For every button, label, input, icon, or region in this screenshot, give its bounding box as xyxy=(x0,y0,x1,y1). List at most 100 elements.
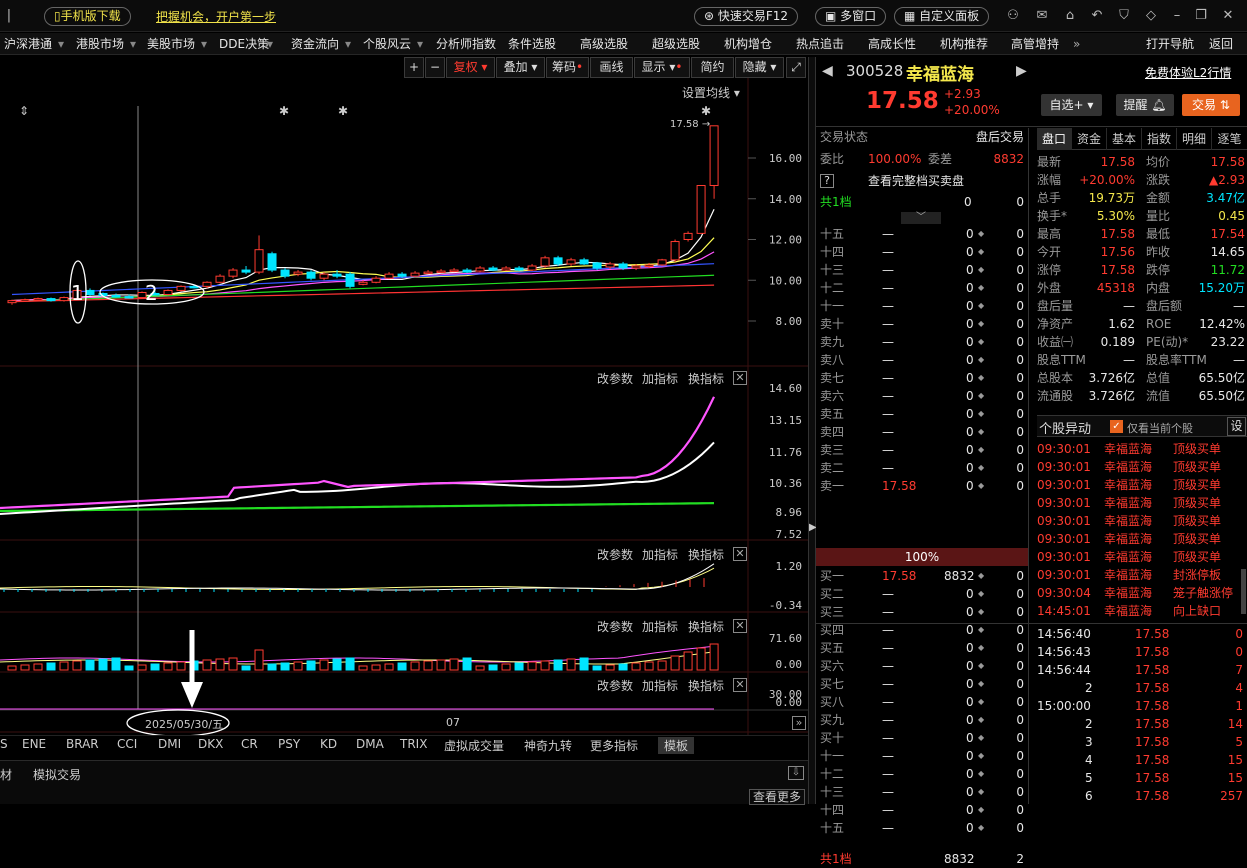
tab-jiben[interactable]: 基本 xyxy=(1107,128,1142,150)
collapse-up-icon[interactable]: ﹀ xyxy=(901,212,941,224)
buy-row[interactable]: 十五 — 0 ◆ 0 xyxy=(816,819,1028,837)
event-row[interactable]: 14:45:01 幸福蓝海 向上缺口 xyxy=(1037,602,1247,620)
menu-item[interactable]: 高成长性 xyxy=(868,33,916,55)
indicator-tab-active[interactable]: 模板 xyxy=(658,737,695,754)
menu-item[interactable]: 高级选股 xyxy=(580,33,628,55)
close-icon[interactable]: ✕ xyxy=(1219,8,1237,24)
zoom-in-button[interactable]: + xyxy=(404,57,424,78)
event-row[interactable]: 09:30:01 幸福蓝海 顶级买单 xyxy=(1037,512,1247,530)
sell-row[interactable]: 卖一 17.58 0 ◆ 0 xyxy=(816,477,1028,495)
chips-button[interactable]: 筹码• xyxy=(546,57,589,78)
quick-trade-button[interactable]: ⊛ 快速交易F12 xyxy=(694,7,799,26)
back-link[interactable]: 返回 xyxy=(1209,33,1233,55)
sell-row[interactable]: 卖五 — 0 ◆ 0 xyxy=(816,405,1028,423)
events-scrollbar[interactable] xyxy=(1241,569,1246,614)
switch-indicator-button[interactable]: 换指标 xyxy=(688,618,724,635)
fuquan-button[interactable]: 复权 ▾ xyxy=(446,57,495,78)
buy-row[interactable]: 十一 — 0 ◆ 0 xyxy=(816,747,1028,765)
sell-row[interactable]: 十五 — 0 ◆ 0 xyxy=(816,225,1028,243)
bottom-tab[interactable]: 材 xyxy=(0,766,12,783)
add-watchlist-button[interactable]: 自选+ ▾ xyxy=(1041,94,1102,116)
change-params-button[interactable]: 改参数 xyxy=(597,618,633,635)
add-indicator-button[interactable]: 加指标 xyxy=(642,677,678,694)
buy-row[interactable]: 十三 — 0 ◆ 0 xyxy=(816,783,1028,801)
display-button[interactable]: 显示 ▾• xyxy=(634,57,690,78)
add-indicator-button[interactable]: 加指标 xyxy=(642,370,678,387)
settings-button[interactable]: 设 xyxy=(1227,417,1246,436)
indicator-tab[interactable]: 更多指标 xyxy=(590,737,638,754)
sell-row[interactable]: 卖二 — 0 ◆ 0 xyxy=(816,459,1028,477)
mail-icon[interactable]: ✉ xyxy=(1033,8,1051,24)
checkbox-icon[interactable]: ✓ xyxy=(1110,420,1123,433)
mobile-download-button[interactable]: ▯手机版下载 xyxy=(44,7,131,26)
event-row[interactable]: 09:30:01 幸福蓝海 顶级买单 xyxy=(1037,476,1247,494)
buy-row[interactable]: 买十 — 0 ◆ 0 xyxy=(816,729,1028,747)
sell-row[interactable]: 十一 — 0 ◆ 0 xyxy=(816,297,1028,315)
menu-item[interactable]: 资金流向 xyxy=(291,33,339,55)
custom-panel-button[interactable]: ▦ 自定义面板 xyxy=(894,7,990,26)
buy-row[interactable]: 买一 17.58 8832 ◆ 0 xyxy=(816,567,1028,585)
event-row[interactable]: 09:30:01 幸福蓝海 顶级买单 xyxy=(1037,530,1247,548)
simulate-trade-tab[interactable]: 模拟交易 xyxy=(33,766,81,783)
add-indicator-button[interactable]: 加指标 xyxy=(642,618,678,635)
sell-row[interactable]: 十四 — 0 ◆ 0 xyxy=(816,243,1028,261)
indicator-tab[interactable]: KD xyxy=(320,737,337,751)
switch-indicator-button[interactable]: 换指标 xyxy=(688,677,724,694)
skin-icon[interactable]: ◇ xyxy=(1142,8,1160,24)
sell-row[interactable]: 卖四 — 0 ◆ 0 xyxy=(816,423,1028,441)
indicator-tab[interactable]: ENE xyxy=(22,737,46,751)
help-icon[interactable]: ? xyxy=(820,174,834,188)
tab-pankou[interactable]: 盘口 xyxy=(1037,128,1072,150)
buy-row[interactable]: 买五 — 0 ◆ 0 xyxy=(816,639,1028,657)
menu-item[interactable]: 高管增持 xyxy=(1011,33,1059,55)
restore-icon[interactable]: ❐ xyxy=(1192,8,1210,24)
kline-chart[interactable]: 16.00 14.00 12.00 10.00 8.00 14.60 13.15 11.76 1… xyxy=(0,78,808,736)
indicator-tab[interactable]: 神奇九转 xyxy=(524,737,572,754)
indicator-tab[interactable]: DMI xyxy=(158,737,181,751)
shirt-icon[interactable]: ⛉ xyxy=(1115,8,1133,24)
collapse-icon[interactable]: ⇩ xyxy=(788,766,804,780)
buy-row[interactable]: 买六 — 0 ◆ 0 xyxy=(816,657,1028,675)
switch-indicator-button[interactable]: 换指标 xyxy=(688,546,724,563)
close-panel-icon[interactable]: ✕ xyxy=(733,619,747,633)
indicator-tab[interactable]: 虚拟成交量 xyxy=(444,737,504,754)
change-params-button[interactable]: 改参数 xyxy=(597,546,633,563)
buy-row[interactable]: 买八 — 0 ◆ 0 xyxy=(816,693,1028,711)
event-row[interactable]: 09:30:01 幸福蓝海 顶级买单 xyxy=(1037,494,1247,512)
menu-item[interactable]: DDE决策 xyxy=(219,33,269,55)
buy-row[interactable]: 买二 — 0 ◆ 0 xyxy=(816,585,1028,603)
overlay-button[interactable]: 叠加 ▾ xyxy=(496,57,545,78)
menu-more-icon[interactable]: » xyxy=(1073,33,1080,55)
indicator-tab[interactable]: CCI xyxy=(117,737,137,751)
indicator-tab[interactable]: BRAR xyxy=(66,737,99,751)
buy-row[interactable]: 买三 — 0 ◆ 0 xyxy=(816,603,1028,621)
sell-row[interactable]: 卖十 — 0 ◆ 0 xyxy=(816,315,1028,333)
buy-row[interactable]: 买九 — 0 ◆ 0 xyxy=(816,711,1028,729)
full-book-row[interactable]: ? 查看完整档买卖盘 xyxy=(816,172,1028,190)
menu-item[interactable]: 沪深港通 xyxy=(4,33,52,55)
minimize-icon[interactable]: – xyxy=(1168,8,1186,24)
close-panel-icon[interactable]: ✕ xyxy=(733,678,747,692)
indicator-tab[interactable]: S xyxy=(0,737,8,751)
tab-zhishu[interactable]: 指数 xyxy=(1142,128,1177,150)
next-stock-icon[interactable]: ▶ xyxy=(1016,63,1027,79)
sell-row[interactable]: 十三 — 0 ◆ 0 xyxy=(816,261,1028,279)
event-row[interactable]: 09:30:01 幸福蓝海 封涨停板 xyxy=(1037,566,1247,584)
menu-item[interactable]: 机构增仓 xyxy=(724,33,772,55)
event-row[interactable]: 09:30:01 幸福蓝海 顶级买单 xyxy=(1037,440,1247,458)
tab-mingxi[interactable]: 明细 xyxy=(1177,128,1212,150)
menu-item[interactable]: 个股风云 xyxy=(363,33,411,55)
indicator-tab[interactable]: TRIX xyxy=(400,737,427,751)
sell-row[interactable]: 卖六 — 0 ◆ 0 xyxy=(816,387,1028,405)
menu-item[interactable]: 分析师指数 xyxy=(436,33,496,55)
home-icon[interactable]: ⌂ xyxy=(1061,8,1079,24)
sell-row[interactable]: 十二 — 0 ◆ 0 xyxy=(816,279,1028,297)
remind-button[interactable]: 提醒 🔔︎ xyxy=(1116,94,1174,116)
indicator-tab[interactable]: DKX xyxy=(198,737,223,751)
sell-row[interactable]: 卖八 — 0 ◆ 0 xyxy=(816,351,1028,369)
sell-row[interactable]: 卖三 — 0 ◆ 0 xyxy=(816,441,1028,459)
sell-row[interactable]: 卖九 — 0 ◆ 0 xyxy=(816,333,1028,351)
zoom-out-button[interactable]: − xyxy=(425,57,445,78)
fullscreen-icon[interactable]: ⤢ xyxy=(786,57,806,78)
close-panel-icon[interactable]: ✕ xyxy=(733,371,747,385)
